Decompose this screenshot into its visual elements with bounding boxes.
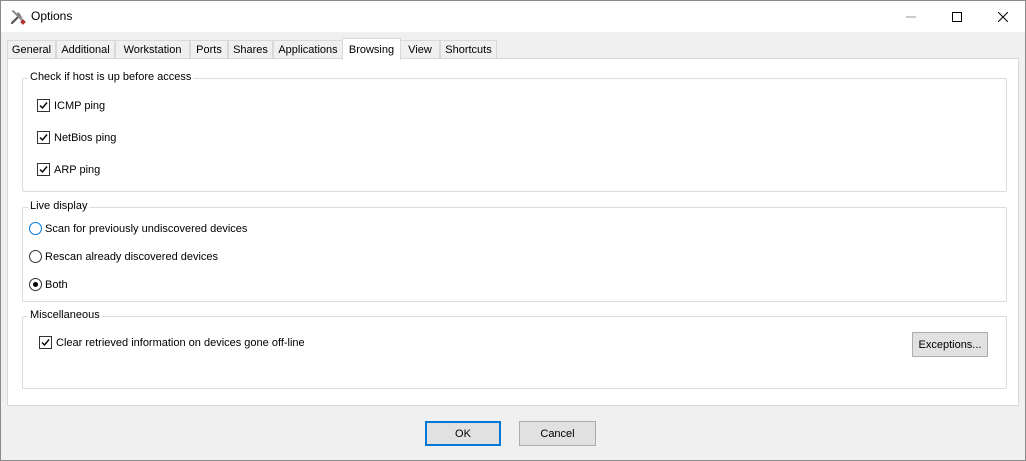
maximize-icon — [952, 11, 962, 22]
tab-browsing[interactable]: Browsing — [342, 38, 401, 60]
clear-offline-checkbox[interactable]: Clear retrieved information on devices g… — [39, 336, 305, 349]
rescan-discovered-radio[interactable]: Rescan already discovered devices — [29, 250, 218, 263]
icmp-ping-label: ICMP ping — [54, 99, 106, 112]
both-radio[interactable]: Both — [29, 278, 68, 291]
ok-button[interactable]: OK — [425, 421, 501, 446]
both-label: Both — [45, 278, 68, 291]
live-display-group: Live display Scan for previously undisco… — [22, 200, 1007, 302]
scan-undiscovered-label: Scan for previously undiscovered devices — [45, 222, 248, 235]
checkbox-checked-icon — [37, 131, 50, 144]
misc-group: Miscellaneous Clear retrieved informatio… — [22, 309, 1007, 389]
checkbox-checked-icon — [37, 163, 50, 176]
netbios-ping-label: NetBios ping — [54, 131, 117, 144]
live-display-title: Live display — [28, 200, 90, 212]
clear-offline-label: Clear retrieved information on devices g… — [56, 336, 305, 349]
radio-unselected-icon — [29, 250, 42, 263]
tab-shares[interactable]: Shares — [228, 40, 273, 59]
tab-view[interactable]: View — [400, 40, 440, 59]
host-check-group: Check if host is up before access ICMP p… — [22, 71, 1007, 192]
title-bar[interactable]: Options — [1, 1, 1025, 32]
close-button[interactable] — [980, 1, 1026, 32]
tab-additional[interactable]: Additional — [56, 40, 115, 59]
rescan-discovered-label: Rescan already discovered devices — [45, 250, 219, 263]
tab-shortcuts[interactable]: Shortcuts — [440, 40, 497, 59]
cancel-button[interactable]: Cancel — [519, 421, 596, 446]
maximize-button[interactable] — [934, 1, 980, 32]
scan-undiscovered-radio[interactable]: Scan for previously undiscovered devices — [29, 222, 247, 235]
tools-icon — [9, 8, 27, 26]
arp-ping-label: ARP ping — [54, 163, 101, 176]
netbios-ping-checkbox[interactable]: NetBios ping — [37, 131, 116, 144]
misc-title: Miscellaneous — [28, 309, 102, 321]
options-window: Options General Additional Workstation P… — [0, 0, 1026, 461]
radio-unselected-icon — [29, 222, 42, 235]
tab-general[interactable]: General — [7, 40, 56, 59]
tab-workstation[interactable]: Workstation — [115, 40, 190, 59]
checkbox-checked-icon — [37, 99, 50, 112]
close-icon — [998, 11, 1008, 22]
checkbox-checked-icon — [39, 336, 52, 349]
tab-ports[interactable]: Ports — [190, 40, 228, 59]
arp-ping-checkbox[interactable]: ARP ping — [37, 163, 100, 176]
minimize-button[interactable] — [888, 1, 934, 32]
tab-applications[interactable]: Applications — [273, 40, 343, 59]
window-title: Options — [31, 9, 73, 23]
radio-selected-icon — [29, 278, 42, 291]
icmp-ping-checkbox[interactable]: ICMP ping — [37, 99, 105, 112]
minimize-icon — [906, 16, 916, 17]
exceptions-button[interactable]: Exceptions... — [912, 332, 988, 357]
host-check-title: Check if host is up before access — [28, 71, 194, 83]
tab-panel-browsing: Check if host is up before access ICMP p… — [7, 58, 1019, 406]
